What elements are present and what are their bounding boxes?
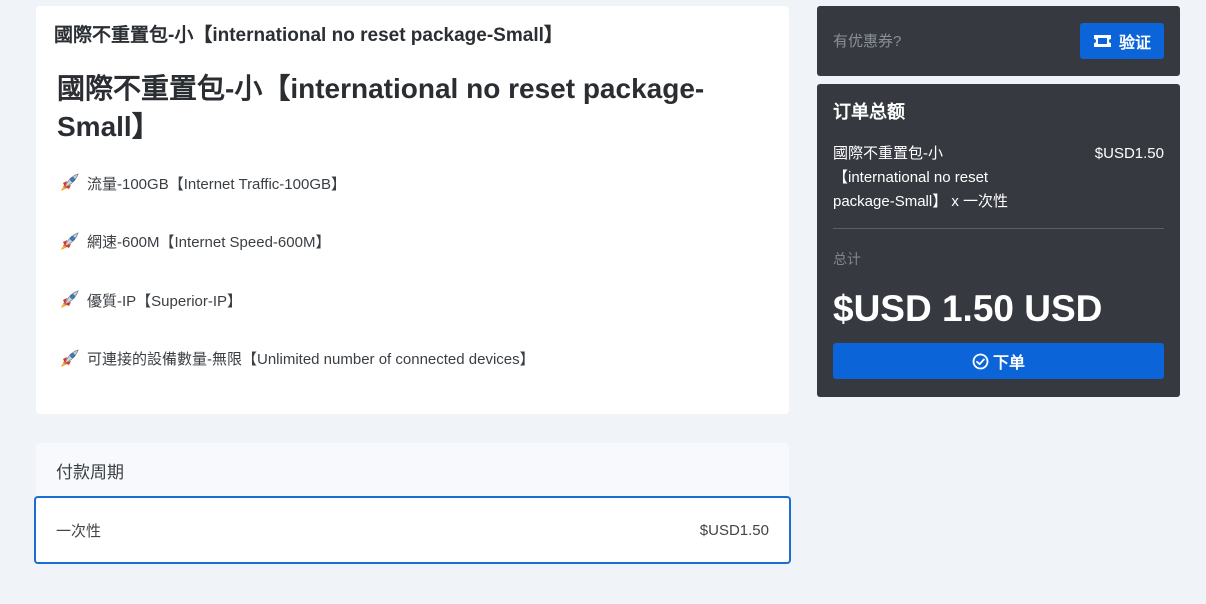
product-card-title: 國際不重置包-小【international no reset package-… — [54, 25, 563, 46]
feature-text: 優質-IP【Superior-IP】 — [87, 292, 243, 310]
feature-item: 流量-100GB【Internet Traffic-100GB】 — [57, 170, 771, 196]
rocket-icon — [61, 290, 79, 308]
feature-item: 可連接的設備數量-無限【Unlimited number of connecte… — [57, 346, 771, 372]
ticket-icon — [1093, 35, 1111, 47]
total-amount: $USD 1.50 USD — [833, 288, 1103, 329]
product-name: 國際不重置包-小【international no reset package-… — [57, 73, 705, 142]
rocket-icon — [61, 173, 79, 191]
billing-cycle-option-name: 一次性 — [56, 522, 102, 540]
product-card: 國際不重置包-小【international no reset package-… — [36, 6, 789, 414]
coupon-panel: 验证 — [817, 6, 1180, 76]
order-summary-panel: 订单总额 國際不重置包-小【international no reset pac… — [817, 84, 1180, 397]
check-circle-icon — [972, 353, 989, 369]
place-order-label: 下单 — [992, 355, 1025, 372]
feature-text: 可連接的設備數量-無限【Unlimited number of connecte… — [87, 351, 535, 368]
place-order-button[interactable]: 下单 — [833, 343, 1164, 379]
rocket-icon — [61, 348, 79, 367]
summary-line-item-price: $USD1.50 — [1094, 145, 1164, 162]
rocket-icon — [61, 231, 79, 250]
feature-text: 網速-600M【Internet Speed-600M】 — [87, 234, 331, 251]
verify-coupon-button[interactable]: 验证 — [1080, 23, 1164, 59]
feature-list: 流量-100GB【Internet Traffic-100GB】 網速-600M… — [57, 170, 771, 372]
coupon-input[interactable] — [833, 32, 1053, 50]
billing-cycle-option[interactable]: 一次性 $USD1.50 — [34, 496, 791, 564]
billing-cycle-header: 付款周期 — [36, 443, 789, 497]
summary-title: 订单总额 — [833, 102, 905, 122]
billing-cycle-option-price: $USD1.50 — [699, 521, 769, 539]
feature-text: 流量-100GB【Internet Traffic-100GB】 — [87, 175, 346, 193]
verify-button-label: 验证 — [1118, 35, 1151, 52]
summary-line-item: 國際不重置包-小【international no reset package-… — [833, 142, 1164, 214]
summary-divider — [833, 228, 1164, 229]
order-page: 國際不重置包-小【international no reset package-… — [0, 0, 1206, 604]
feature-item: 網速-600M【Internet Speed-600M】 — [57, 229, 771, 255]
feature-item: 優質-IP【Superior-IP】 — [57, 287, 771, 313]
total-label: 总计 — [833, 251, 861, 267]
billing-cycle-label: 付款周期 — [56, 462, 124, 482]
summary-line-item-name: 國際不重置包-小【international no reset package-… — [833, 145, 1009, 210]
